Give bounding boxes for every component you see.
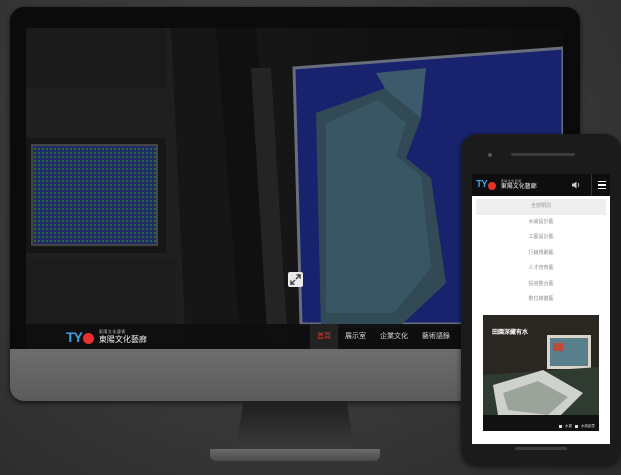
- artwork-footer: 水墨 水繪創意: [483, 422, 599, 431]
- mobile-menu-item[interactable]: 投資整合藝: [472, 277, 610, 293]
- mobile-menu-item[interactable]: 行銷規劃藝: [472, 246, 610, 262]
- logo-circle-icon: [82, 332, 94, 344]
- tag-icon: [575, 425, 578, 428]
- mobile-artwork-card[interactable]: 田園深藏有水 水墨 水繪創意: [483, 315, 599, 431]
- logo-subtitle: 東陽文化藝術: [98, 329, 126, 334]
- mobile-menu-item[interactable]: 人才培育藝: [472, 261, 610, 277]
- logo-mark: TY: [66, 329, 83, 345]
- mobile-screen: TY 東陽文化藝術 東陽文化藝廊 全部類別 水繪設計藝 工藝設計藝 行銷規劃藝 …: [472, 174, 610, 444]
- logo-text: 東陽文化藝術 東陽文化藝廊: [99, 330, 147, 344]
- mobile-logo[interactable]: TY 東陽文化藝術 東陽文化藝廊: [476, 179, 537, 190]
- hamburger-line: [597, 180, 606, 183]
- expand-button[interactable]: [288, 272, 303, 287]
- desktop-nav-menu: 首頁 展示室 企業文化 藝術語錄 聯: [310, 324, 478, 349]
- artwork-tag: 水繪創意: [581, 424, 595, 428]
- mobile-logo-text: 東陽文化藝術 東陽文化藝廊: [500, 179, 537, 190]
- category-icon: [559, 425, 562, 428]
- hamburger-icon[interactable]: [591, 174, 610, 196]
- mobile-logo-circle-icon: [487, 181, 496, 190]
- imac-stand-base: [210, 449, 380, 461]
- expand-icon: [290, 274, 301, 285]
- phone-speaker: [511, 153, 575, 156]
- phone-camera: [488, 153, 492, 157]
- audio-icon[interactable]: [571, 180, 581, 190]
- mobile-menu-item[interactable]: 全部類別: [476, 199, 606, 215]
- mobile-logo-name: 東陽文化藝廊: [500, 182, 537, 190]
- nav-item-culture[interactable]: 企業文化: [373, 324, 415, 349]
- mobile-header: TY 東陽文化藝術 東陽文化藝廊: [472, 174, 610, 196]
- mobile-logo-mark: TY: [476, 179, 488, 190]
- logo-name: 東陽文化藝廊: [98, 335, 147, 344]
- hamburger-line: [597, 184, 606, 186]
- imac-stand: [236, 401, 354, 453]
- mobile-menu-item[interactable]: 水繪設計藝: [472, 215, 610, 231]
- hamburger-line: [597, 187, 606, 190]
- nav-item-showroom[interactable]: 展示室: [338, 324, 373, 349]
- site-logo[interactable]: TY 東陽文化藝術 東陽文化藝廊: [66, 329, 147, 345]
- mobile-category-menu: 全部類別 水繪設計藝 工藝設計藝 行銷規劃藝 人才培育藝 投資整合藝 數位媒體藝: [472, 199, 610, 308]
- mobile-menu-item[interactable]: 數位媒體藝: [472, 292, 610, 308]
- nav-item-quotes[interactable]: 藝術語錄: [415, 324, 457, 349]
- phone-device: TY 東陽文化藝術 東陽文化藝廊 全部類別 水繪設計藝 工藝設計藝 行銷規劃藝 …: [461, 134, 621, 465]
- artwork-title: 田園深藏有水: [492, 329, 529, 336]
- mobile-menu-item[interactable]: 工藝設計藝: [472, 230, 610, 246]
- nav-item-home[interactable]: 首頁: [310, 324, 338, 349]
- phone-home-bar: [515, 447, 567, 450]
- artwork-category: 水墨: [565, 424, 572, 428]
